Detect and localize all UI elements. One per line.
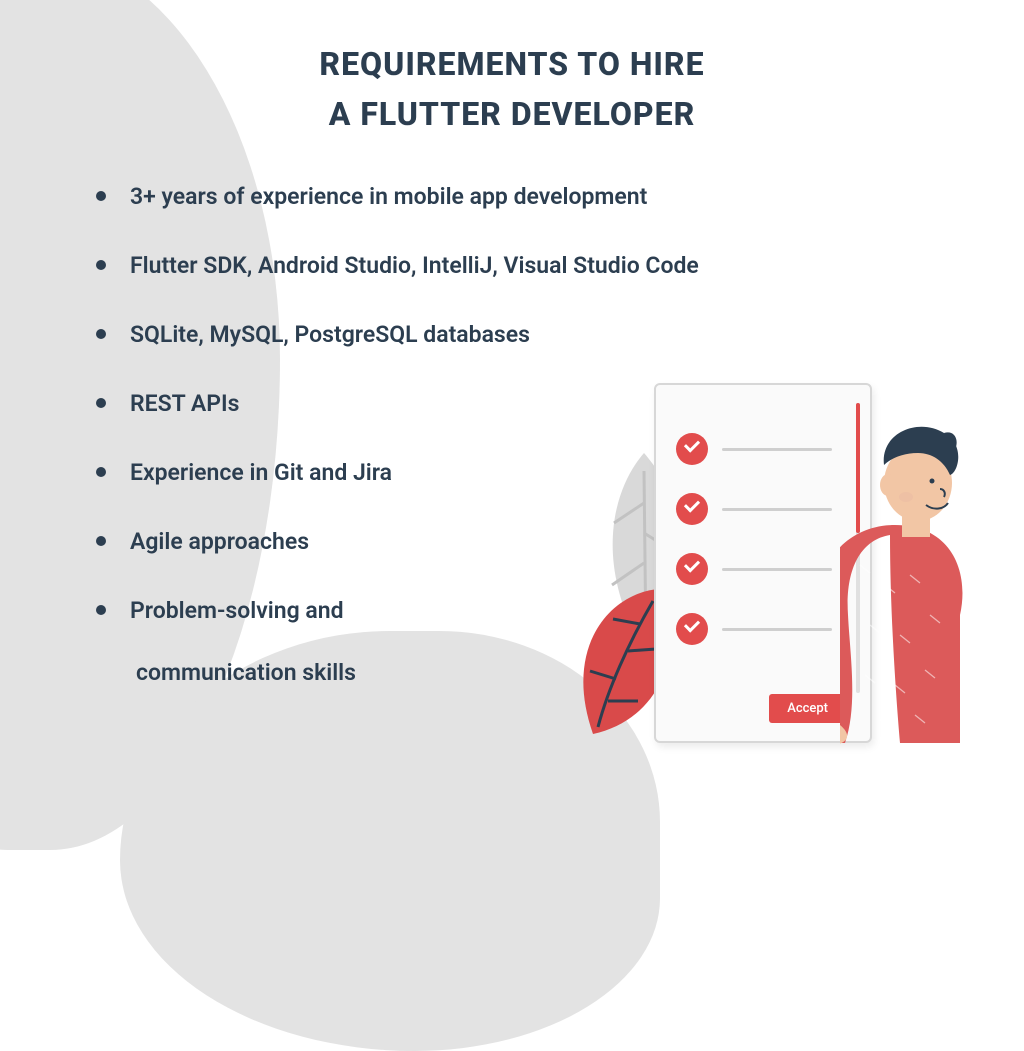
requirement-text: SQLite, MySQL, PostgreSQL databases	[130, 321, 530, 348]
list-item: SQLite, MySQL, PostgreSQL databases	[96, 319, 946, 350]
requirement-text-line2: communication skills	[130, 657, 946, 688]
requirement-text: Flutter SDK, Android Studio, IntelliJ, V…	[130, 252, 699, 279]
accept-button[interactable]: Accept	[769, 694, 846, 723]
requirement-text: Experience in Git and Jira	[130, 459, 392, 486]
title-line-1: REQUIREMENTS TO HIRE	[319, 45, 704, 83]
requirement-text: 3+ years of experience in mobile app dev…	[130, 183, 647, 210]
list-item: Flutter SDK, Android Studio, IntelliJ, V…	[96, 250, 946, 281]
requirement-text: REST APIs	[130, 390, 239, 417]
page-title: REQUIREMENTS TO HIRE A FLUTTER DEVELOPER	[78, 40, 946, 139]
list-item: Experience in Git and Jira	[96, 457, 946, 488]
requirement-text: Problem-solving and	[130, 597, 344, 624]
main-content: REQUIREMENTS TO HIRE A FLUTTER DEVELOPER…	[0, 0, 1024, 688]
title-line-2: A FLUTTER DEVELOPER	[329, 95, 696, 133]
list-item: 3+ years of experience in mobile app dev…	[96, 181, 946, 212]
list-item: Problem-solving and communication skills	[96, 595, 946, 687]
requirements-list: 3+ years of experience in mobile app dev…	[78, 181, 946, 687]
accept-button-label: Accept	[787, 701, 828, 716]
requirement-text: Agile approaches	[130, 528, 309, 555]
list-item: REST APIs	[96, 388, 946, 419]
list-item: Agile approaches	[96, 526, 946, 557]
